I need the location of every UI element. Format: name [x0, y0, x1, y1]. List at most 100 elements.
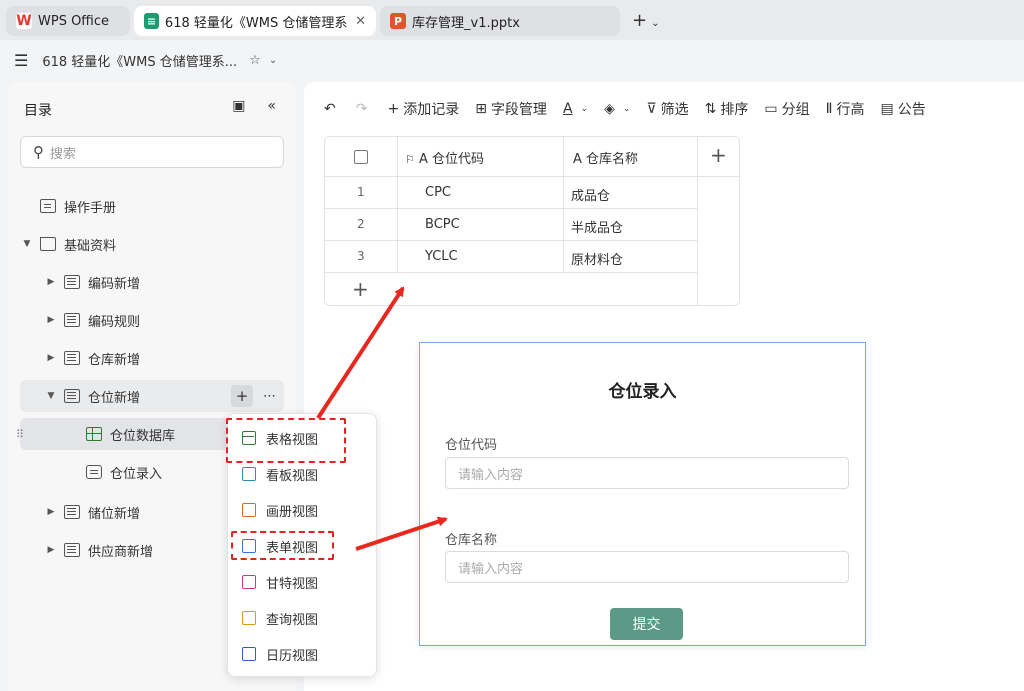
submit-button[interactable]: 提交 — [610, 608, 683, 640]
column-header-warehouse[interactable]: A 仓库名称 — [573, 148, 638, 167]
text-color-icon: A — [562, 101, 573, 117]
add-field-button[interactable]: + — [710, 143, 727, 167]
row-height-label: 行高 — [836, 102, 865, 118]
menu-icon[interactable]: ☰ — [14, 51, 28, 70]
tab-label: 库存管理_v1.pptx — [412, 15, 520, 31]
tab-wms-system[interactable]: ≡ 618 轻量化《WMS 仓储管理系统 ✕ — [134, 6, 376, 36]
search-placeholder: 搜索 — [50, 146, 77, 162]
more-icon[interactable]: ⋯ — [263, 389, 276, 404]
add-row-button[interactable]: + — [352, 277, 369, 301]
row-number: 2 — [357, 217, 365, 231]
undo-icon[interactable]: ↶ — [324, 101, 340, 117]
sidebar-item-label: 仓位录入 — [110, 466, 163, 482]
sort-button[interactable]: ⇅ 排序 — [705, 99, 749, 119]
warehouse-name-input[interactable]: 请输入内容 — [445, 551, 849, 583]
caret-right-icon[interactable]: ▶ — [44, 353, 58, 363]
chevron-down-icon[interactable]: ⌄ — [269, 55, 277, 66]
sidebar-item-location-add[interactable]: ▼ 仓位新增 + ⋯ — [20, 380, 284, 412]
table-cell[interactable]: 成品仓 — [571, 185, 610, 204]
caret-down-icon[interactable]: ▼ — [44, 391, 58, 401]
sidebar-heading: 目录 — [24, 103, 52, 119]
field-manage-button[interactable]: ⊞ 字段管理 — [475, 99, 547, 119]
menu-item-gallery-view[interactable]: 画册视图 — [242, 498, 318, 522]
calendar-icon — [242, 647, 256, 661]
chevron-down-icon: ⌄ — [580, 104, 589, 114]
row-number: 1 — [357, 185, 365, 199]
menu-item-query-view[interactable]: 查询视图 — [242, 606, 318, 630]
text-color-button[interactable]: A ⌄ — [563, 101, 588, 117]
caret-right-icon[interactable]: ▶ — [44, 315, 58, 325]
sidebar-item-label: 供应商新增 — [88, 544, 154, 560]
menu-item-calendar-view[interactable]: 日历视图 — [242, 642, 318, 666]
caret-down-icon[interactable]: ▼ — [20, 239, 34, 249]
input-placeholder: 请输入内容 — [458, 561, 524, 577]
notice-button[interactable]: ▤ 公告 — [881, 99, 926, 119]
caret-right-icon[interactable]: ▶ — [44, 507, 58, 517]
tab-wps-office[interactable]: W WPS Office — [6, 6, 130, 36]
table-cell[interactable]: 原材料仓 — [571, 249, 623, 268]
select-all-checkbox[interactable] — [354, 150, 368, 164]
sidebar-item-label: 基础资料 — [64, 238, 117, 254]
add-view-button[interactable]: + — [231, 385, 253, 407]
gantt-icon — [242, 575, 256, 589]
menu-item-gantt-view[interactable]: 甘特视图 — [242, 570, 318, 594]
form-view-icon — [86, 465, 102, 479]
sidebar-item-warehouse-add[interactable]: ▶ 仓库新增 — [20, 342, 284, 374]
sidebar-item-manual[interactable]: 操作手册 — [20, 190, 284, 222]
table-cell[interactable]: BCPC — [425, 217, 460, 232]
sidebar-item-label: 操作手册 — [64, 200, 117, 216]
table-cell[interactable]: CPC — [425, 185, 451, 200]
menu-item-kanban-view[interactable]: 看板视图 — [242, 462, 318, 486]
sidebar-item-label: 编码新增 — [88, 276, 141, 292]
close-icon[interactable]: ✕ — [355, 14, 366, 29]
column-header-label: 仓库名称 — [586, 152, 639, 167]
list-icon — [64, 505, 80, 519]
menu-item-label: 甘特视图 — [266, 576, 319, 592]
filter-label: 筛选 — [660, 102, 689, 118]
location-code-input[interactable]: 请输入内容 — [445, 457, 849, 489]
star-icon[interactable]: ☆ — [249, 53, 261, 68]
form-label-code: 仓位代码 — [445, 438, 498, 453]
grid-icon: ⊞ — [475, 101, 487, 117]
folder-icon — [40, 237, 56, 251]
image-icon — [242, 503, 256, 517]
browser-tab-bar: W WPS Office ≡ 618 轻量化《WMS 仓储管理系统 ✕ P 库存… — [0, 0, 1024, 40]
text-field-icon: A — [419, 152, 433, 167]
list-icon — [64, 389, 80, 403]
group-label: 分组 — [781, 102, 810, 118]
search-input[interactable]: ⚲ 搜索 — [20, 136, 284, 168]
redo-icon[interactable]: ↷ — [356, 101, 372, 117]
primary-field-icon: ⚐ — [405, 153, 415, 166]
tab-label: 618 轻量化《WMS 仓储管理系统 — [164, 15, 348, 31]
group-button[interactable]: ▭ 分组 — [764, 99, 809, 119]
sidebar-item-label: 仓位新增 — [88, 390, 141, 406]
row-height-button[interactable]: Ⅱ 行高 — [826, 99, 865, 119]
form-preview: 仓位录入 仓位代码 请输入内容 仓库名称 请输入内容 提交 — [419, 342, 866, 646]
sort-icon: ⇅ — [704, 101, 717, 117]
sidebar-item-code-rules[interactable]: ▶ 编码规则 — [20, 304, 284, 336]
caret-right-icon[interactable]: ▶ — [44, 277, 58, 287]
tab-pptx[interactable]: P 库存管理_v1.pptx — [380, 6, 620, 36]
plus-icon: + — [387, 101, 400, 117]
table-cell[interactable]: YCLC — [425, 249, 458, 264]
sidebar-item-code-add[interactable]: ▶ 编码新增 — [20, 266, 284, 298]
sidebar-item-basic-data[interactable]: ▼ 基础资料 — [20, 228, 284, 260]
column-header-code[interactable]: ⚐ A 仓位代码 — [405, 148, 484, 167]
panel-icon[interactable]: ▣ — [232, 98, 245, 114]
chevron-down-icon[interactable]: ⌄ — [651, 18, 659, 29]
annotation-box-grid-view — [226, 418, 346, 463]
data-table: ⚐ A 仓位代码 A 仓库名称 + 1 CPC 成品仓 2 BCPC 半成品仓 … — [324, 136, 740, 306]
collapse-icon[interactable]: « — [267, 98, 276, 114]
field-manage-label: 字段管理 — [490, 102, 547, 118]
sidebar-item-label: 编码规则 — [88, 314, 141, 330]
table-cell[interactable]: 半成品仓 — [571, 217, 623, 236]
input-placeholder: 请输入内容 — [458, 467, 524, 483]
add-record-button[interactable]: + 添加记录 — [387, 99, 459, 119]
filter-button[interactable]: ⊽ 筛选 — [646, 99, 688, 119]
drag-handle-icon[interactable]: ⠿ — [16, 428, 24, 441]
grid-view-icon — [86, 427, 102, 441]
caret-right-icon[interactable]: ▶ — [44, 545, 58, 555]
fill-color-button[interactable]: ◈ ⌄ — [604, 101, 630, 117]
pptx-logo-icon: P — [390, 13, 406, 29]
new-tab-button[interactable]: + ⌄ — [632, 10, 659, 31]
